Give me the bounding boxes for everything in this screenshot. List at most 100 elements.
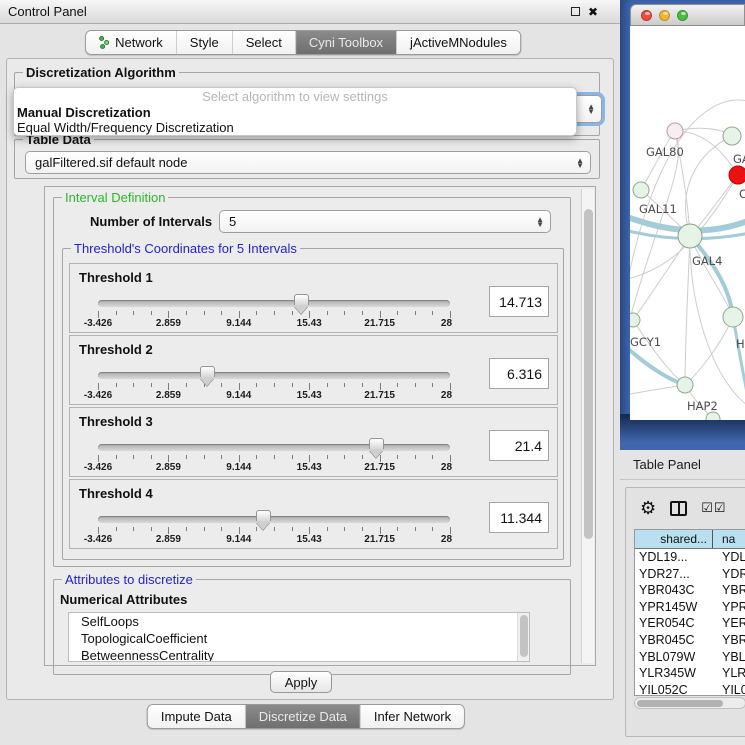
threshold-2-value-field[interactable]: 6.316: [489, 358, 549, 389]
node-gal80[interactable]: [667, 123, 683, 139]
threshold-4-slider[interactable]: -3.426 2.859 9.144 15.43 21.715 28: [98, 510, 450, 544]
table-row[interactable]: YER054CYER0: [635, 615, 745, 632]
node-red-selected[interactable]: [729, 166, 745, 184]
slider-track[interactable]: [98, 300, 450, 307]
bottom-tab-bar: Impute Data Discretize Data Infer Networ…: [147, 704, 465, 729]
table-row[interactable]: YLR345WYLR3: [635, 665, 745, 682]
tab-infer-network[interactable]: Infer Network: [361, 705, 464, 728]
list-item[interactable]: BetweennessCentrality: [69, 647, 529, 662]
tab-cyni-toolbox[interactable]: Cyni Toolbox: [296, 31, 397, 54]
float-window-icon[interactable]: [571, 7, 580, 16]
tab-jactivemnodules[interactable]: jActiveMNodules: [397, 31, 520, 54]
table-panel-toolbar: ⚙ ☑☑: [626, 492, 745, 524]
table-data-combobox[interactable]: galFiltered.sif default node ▲▼: [25, 151, 591, 174]
threshold-1-slider[interactable]: -3.426 2.859 9.144 15.43 21.715 28: [98, 294, 450, 328]
table-row[interactable]: YDR27...YDR2: [635, 566, 745, 583]
slider-thumb[interactable]: [200, 366, 215, 377]
slider-scale: -3.426 2.859 9.144 15.43 21.715 28: [98, 534, 450, 545]
slider-track[interactable]: [98, 372, 450, 379]
table-horizontal-scrollbar[interactable]: [634, 697, 745, 709]
threshold-1-value-field[interactable]: 14.713: [489, 286, 549, 317]
slider-scale: -3.426 2.859 9.144 15.43 21.715 28: [98, 390, 450, 401]
group-title: Threshold's Coordinates for 5 Intervals: [71, 241, 300, 256]
close-icon[interactable]: ✖: [588, 7, 598, 17]
table-row[interactable]: YDL19...YDL1: [635, 549, 745, 566]
minimize-traffic-light[interactable]: [659, 10, 670, 21]
group-title: Interval Definition: [62, 190, 168, 205]
node-label: GCY1: [630, 335, 661, 349]
table-row[interactable]: YBR043CYBR0: [635, 582, 745, 599]
gear-icon[interactable]: ⚙: [640, 499, 656, 517]
table-row[interactable]: YIL052CYIL0: [635, 682, 745, 696]
dropdown-option-manual[interactable]: Manual Discretization: [14, 105, 576, 120]
slider-track[interactable]: [98, 516, 450, 523]
close-traffic-light[interactable]: [641, 10, 652, 21]
threshold-3-slider[interactable]: -3.426 2.859 9.144 15.43 21.715 28: [98, 438, 450, 472]
number-of-intervals-combobox[interactable]: 5 ▲▼: [219, 210, 551, 233]
slider-track[interactable]: [98, 444, 450, 451]
interval-definition-group: Interval Definition Number of Intervals …: [53, 197, 571, 567]
list-scrollbar[interactable]: [517, 613, 529, 661]
threshold-2-slider[interactable]: -3.426 2.859 9.144 15.43 21.715 28: [98, 366, 450, 400]
threshold-3-value-field[interactable]: 21.4: [489, 430, 549, 461]
node-top-right[interactable]: [723, 127, 741, 145]
node-gal4[interactable]: [678, 224, 702, 248]
dropdown-option-equal-width[interactable]: Equal Width/Frequency Discretization: [14, 120, 576, 135]
network-graph: GAL80 GA C GAL11 GAL4 GCY1 H HAP2: [630, 26, 745, 420]
node-hap2[interactable]: [677, 377, 693, 393]
control-panel-titlebar: Control Panel ✖: [0, 0, 620, 24]
tab-discretize-data[interactable]: Discretize Data: [246, 705, 361, 728]
slider-thumb[interactable]: [369, 438, 384, 449]
threshold-label: Threshold 2: [79, 342, 153, 357]
apply-button[interactable]: Apply: [270, 671, 332, 693]
split-columns-icon[interactable]: [670, 501, 687, 516]
table-row[interactable]: YPR145WYPR1: [635, 599, 745, 616]
scrollbar-thumb[interactable]: [584, 209, 593, 539]
table-row[interactable]: YBL079WYBL0: [635, 649, 745, 666]
node-label: GAL80: [646, 145, 684, 159]
attributes-group: Attributes to discretize Numerical Attri…: [53, 579, 571, 675]
tab-select[interactable]: Select: [233, 31, 296, 54]
slider-thumb[interactable]: [256, 510, 271, 521]
slider-scale: -3.426 2.859 9.144 15.43 21.715 28: [98, 318, 450, 329]
table-row[interactable]: YBR045CYBR0: [635, 632, 745, 649]
column-header-shared-name[interactable]: shared...: [635, 530, 713, 548]
control-panel: Control Panel ✖ Network Style Select Cyn…: [0, 0, 620, 745]
tab-network[interactable]: Network: [86, 31, 177, 54]
settings-scrollbar[interactable]: [581, 189, 594, 663]
combo-arrows-icon: ▲▼: [536, 217, 544, 227]
column-header-name[interactable]: na: [713, 530, 745, 548]
node-gal11[interactable]: [633, 182, 649, 198]
node-gcy1[interactable]: [630, 313, 640, 327]
numerical-attributes-label: Numerical Attributes: [60, 592, 187, 607]
slider-thumb[interactable]: [294, 294, 309, 305]
threshold-2-panel: Threshold 2 -3.426 2.859 9.144 15.43 21.…: [69, 335, 558, 405]
node-label: GAL11: [639, 202, 677, 216]
network-canvas[interactable]: GAL80 GA C GAL11 GAL4 GCY1 H HAP2: [630, 26, 745, 420]
network-view-window: GAL80 GA C GAL11 GAL4 GCY1 H HAP2: [630, 4, 745, 420]
algorithm-dropdown-popup: Select algorithm to view settings Manual…: [13, 87, 577, 136]
threshold-4-value-field[interactable]: 11.344: [489, 502, 549, 533]
node-label: GA: [733, 152, 745, 166]
node-label: C: [739, 187, 745, 201]
threshold-label: Threshold 3: [79, 414, 153, 429]
slider-scale: -3.426 2.859 9.144 15.43 21.715 28: [98, 462, 450, 473]
node-h[interactable]: [723, 307, 743, 327]
network-icon: [99, 36, 110, 49]
node-bottom[interactable]: [706, 412, 720, 420]
list-item[interactable]: TopologicalCoefficient: [69, 630, 529, 647]
threshold-label: Threshold 1: [79, 270, 153, 285]
numerical-attributes-list: SelfLoops TopologicalCoefficient Between…: [68, 612, 530, 662]
dropdown-placeholder: Select algorithm to view settings: [14, 89, 576, 105]
table-header-row: shared... na: [635, 530, 745, 549]
number-of-intervals-label: Number of Intervals: [90, 214, 212, 229]
list-item[interactable]: SelfLoops: [69, 613, 529, 630]
node-label: H: [736, 337, 745, 351]
select-columns-icon[interactable]: ☑☑: [701, 500, 726, 516]
tab-style[interactable]: Style: [177, 31, 233, 54]
network-window-titlebar[interactable]: [630, 4, 745, 26]
tab-impute-data[interactable]: Impute Data: [148, 705, 246, 728]
scrollbar-thumb[interactable]: [637, 700, 723, 707]
zoom-traffic-light[interactable]: [677, 10, 688, 21]
threshold-1-panel: Threshold 1 -3.426 2.859 9.144 15.43 21.…: [69, 263, 558, 333]
